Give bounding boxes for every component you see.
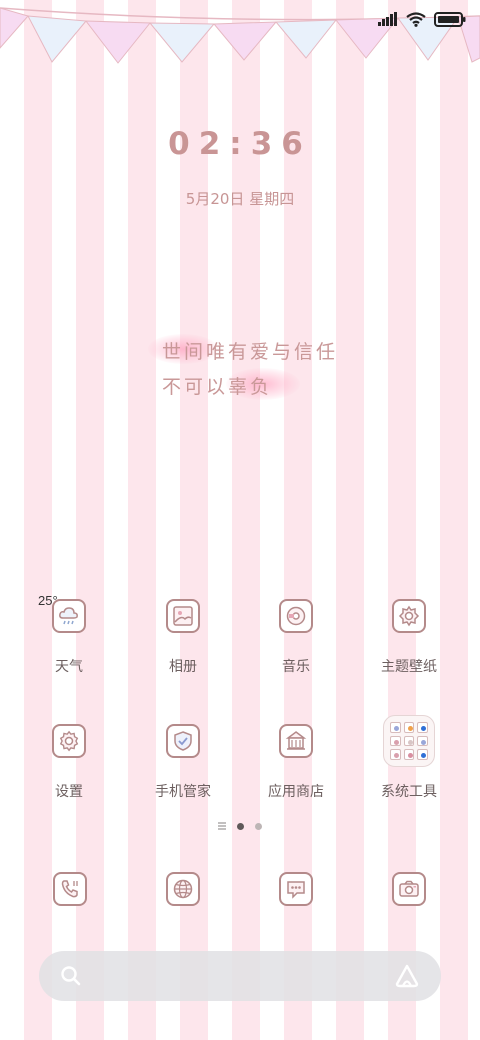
folder-icon bbox=[383, 715, 435, 767]
mini-app-icon bbox=[417, 735, 428, 747]
page-dot-active[interactable] bbox=[237, 822, 244, 830]
app-music[interactable]: 音乐 bbox=[241, 599, 351, 676]
app-label: 音乐 bbox=[282, 659, 310, 675]
app-folder-system-tools[interactable]: 系统工具 bbox=[354, 715, 464, 801]
app-label: 主题壁纸 bbox=[381, 659, 437, 675]
page-dot[interactable] bbox=[255, 822, 262, 830]
gallery-icon bbox=[166, 599, 200, 633]
mini-app-icon bbox=[390, 735, 401, 747]
app-phone-manager[interactable]: 手机管家 bbox=[128, 724, 238, 801]
assistant-icon[interactable] bbox=[394, 964, 420, 988]
app-theme[interactable]: 主题壁纸 bbox=[354, 599, 464, 676]
list-view-icon[interactable] bbox=[218, 822, 226, 830]
mini-app-icon bbox=[403, 722, 415, 733]
quote-line-2: 不可以辜负 bbox=[162, 376, 273, 398]
app-label: 系统工具 bbox=[381, 784, 437, 800]
store-icon bbox=[279, 724, 313, 758]
app-label: 应用商店 bbox=[268, 784, 324, 800]
mini-app-icon bbox=[417, 722, 428, 733]
app-gallery[interactable]: 相册 bbox=[128, 599, 238, 676]
app-store[interactable]: 应用商店 bbox=[241, 724, 351, 801]
app-settings[interactable]: 设置 bbox=[14, 724, 124, 801]
music-icon bbox=[279, 599, 313, 633]
lockscreen-clock: 02:36 bbox=[168, 126, 312, 162]
phone-icon[interactable] bbox=[53, 872, 87, 906]
wifi-icon bbox=[406, 11, 426, 27]
quote-line-1: 世间唯有爱与信任 bbox=[162, 341, 339, 363]
app-label: 天气 bbox=[55, 659, 83, 675]
search-bar[interactable] bbox=[39, 951, 441, 1001]
browser-icon[interactable] bbox=[166, 872, 200, 906]
app-label: 相册 bbox=[169, 659, 197, 675]
theme-icon bbox=[392, 599, 426, 633]
lockscreen-date: 5月20日 星期四 bbox=[185, 190, 295, 208]
mini-app-icon bbox=[403, 749, 415, 760]
search-icon[interactable] bbox=[60, 965, 82, 987]
app-weather[interactable]: 天气 bbox=[14, 599, 124, 676]
weather-icon bbox=[52, 599, 86, 633]
mini-app-icon bbox=[390, 722, 401, 733]
messages-icon[interactable] bbox=[279, 872, 313, 906]
settings-icon bbox=[52, 724, 86, 758]
signal-icon bbox=[378, 12, 397, 26]
mini-app-icon bbox=[390, 749, 401, 760]
app-label: 设置 bbox=[55, 784, 83, 800]
shield-icon bbox=[166, 724, 200, 758]
mini-app-icon bbox=[403, 735, 415, 747]
camera-icon[interactable] bbox=[392, 872, 426, 906]
page-indicator[interactable] bbox=[0, 822, 480, 830]
battery-icon bbox=[434, 11, 466, 27]
app-label: 手机管家 bbox=[155, 784, 211, 800]
mini-app-icon bbox=[417, 749, 428, 760]
status-bar bbox=[378, 10, 466, 28]
